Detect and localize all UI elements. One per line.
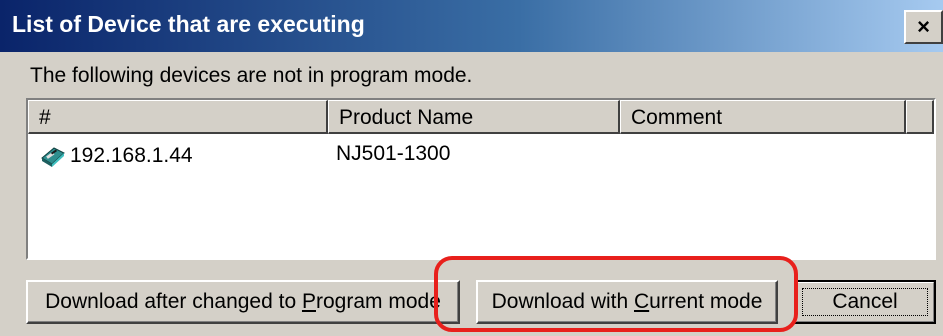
column-header-product-name[interactable]: Product Name <box>328 100 620 134</box>
cancel-button[interactable]: Cancel <box>794 280 936 324</box>
column-header-extra[interactable] <box>906 100 934 134</box>
column-header-comment[interactable]: Comment <box>620 100 906 134</box>
dialog-title: List of Device that are executing <box>12 11 365 37</box>
device-number-cell: 192.168.1.44 <box>38 140 193 172</box>
close-icon: × <box>917 14 930 39</box>
download-current-mode-button[interactable]: Download with Current mode <box>476 280 778 324</box>
device-list[interactable]: # Product Name Comment 192.168.1.44 NJ50… <box>26 98 936 260</box>
info-message: The following devices are not in program… <box>30 64 473 87</box>
download-program-mode-button[interactable]: Download after changed to Program mode <box>26 280 460 324</box>
close-button[interactable]: × <box>904 10 943 44</box>
title-bar: List of Device that are executing × <box>0 0 943 52</box>
product-name-cell: NJ501-1300 <box>336 142 451 165</box>
table-row[interactable]: 192.168.1.44 NJ501-1300 <box>28 140 934 172</box>
download-program-mode-label: Download after changed to Program mode <box>45 290 441 313</box>
dialog-window: List of Device that are executing × The … <box>0 0 943 336</box>
plc-device-icon <box>41 147 65 167</box>
device-address: 192.168.1.44 <box>70 144 193 167</box>
cancel-label: Cancel <box>832 290 898 313</box>
column-header-number[interactable]: # <box>28 100 328 134</box>
download-current-mode-label: Download with Current mode <box>491 290 763 313</box>
list-header: # Product Name Comment <box>28 100 934 134</box>
